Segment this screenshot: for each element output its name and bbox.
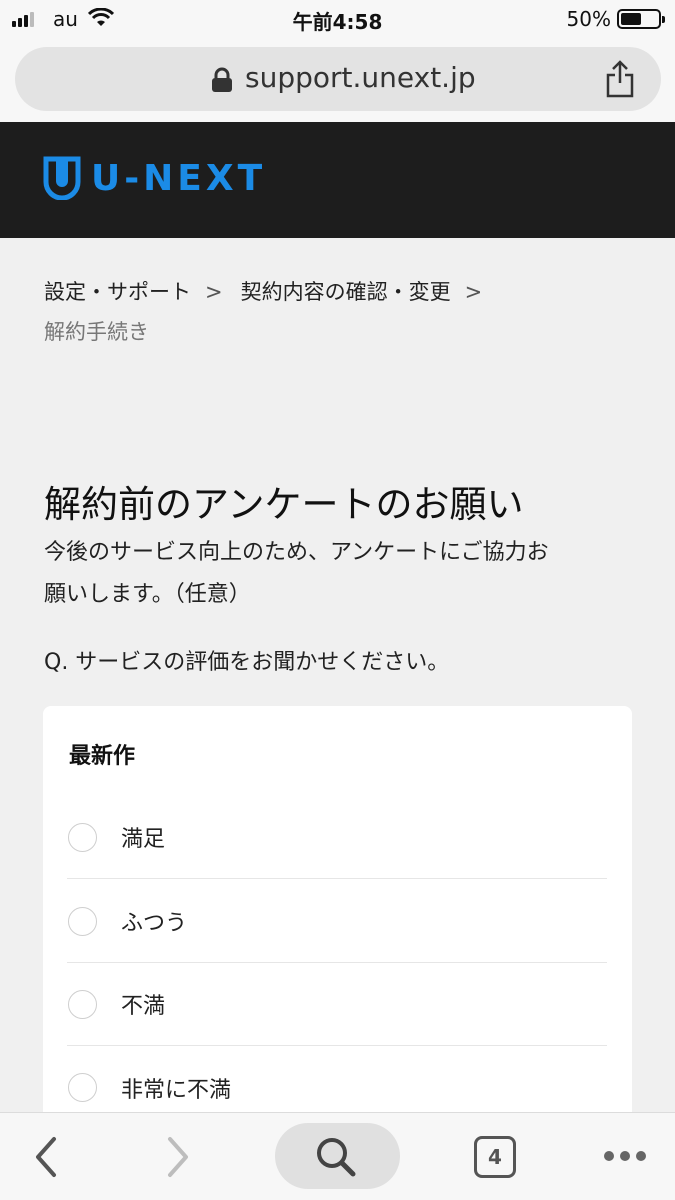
option-label: 非常に不満 [121, 1077, 232, 1103]
shield-icon [43, 156, 81, 200]
address-bar[interactable]: support.unext.jp [15, 47, 661, 111]
survey-question: Q. サービスの評価をお聞かせください。 [44, 650, 450, 675]
url-text[interactable]: support.unext.jp [245, 61, 476, 94]
share-icon[interactable] [603, 59, 637, 99]
option-label: 満足 [121, 827, 166, 852]
radio-button[interactable] [68, 989, 97, 1019]
radio-button[interactable] [68, 1073, 97, 1102]
breadcrumb-contract-details[interactable]: 契約内容の確認・変更 [241, 272, 451, 312]
tabs-button[interactable]: 4 [474, 1136, 516, 1178]
site-header: U-NEXT [0, 122, 675, 238]
radio-button[interactable] [68, 822, 97, 852]
survey-card: 最新作 満足 ふつう 不満 非常に不満 [43, 706, 632, 1126]
option-label: ふつう [121, 911, 188, 936]
lock-icon [212, 67, 232, 92]
radio-button[interactable] [68, 906, 97, 936]
chevron-right-icon: > [205, 280, 223, 304]
option-neutral[interactable]: ふつう [67, 880, 607, 963]
breadcrumb-current: 解約手続き [44, 320, 149, 344]
battery-fill [621, 13, 641, 25]
chevron-right-icon[interactable] [160, 1135, 194, 1179]
browser-chrome: support.unext.jp [0, 40, 675, 122]
description-line: 今後のサービス向上のため、アンケートにご協力お [44, 540, 549, 565]
battery-percent: 50% [566, 7, 611, 31]
status-bar: au 午前4:58 50% [0, 0, 675, 40]
breadcrumb: 設定・サポート > 契約内容の確認・変更 > 解約手続き [44, 272, 644, 352]
option-satisfied[interactable]: 満足 [67, 796, 607, 879]
option-label: 不満 [121, 994, 166, 1019]
more-icon[interactable] [604, 1151, 646, 1161]
chevron-left-icon[interactable] [30, 1135, 64, 1179]
logo-text: U-NEXT [91, 157, 267, 199]
u-next-logo[interactable]: U-NEXT [43, 156, 266, 200]
card-title: 最新作 [69, 744, 136, 769]
search-button[interactable] [275, 1123, 400, 1189]
chevron-right-icon: > [464, 280, 483, 304]
browser-toolbar: 4 [0, 1112, 675, 1200]
battery-icon [617, 9, 665, 29]
breadcrumb-settings-support[interactable]: 設定・サポート [44, 272, 191, 312]
search-icon [317, 1138, 356, 1177]
description-line: 願いします。（任意） [44, 582, 251, 607]
survey-description: 今後のサービス向上のため、アンケートにご協力お 願いします。（任意） [44, 532, 644, 616]
page-title: 解約前のアンケートのお願い [44, 483, 524, 526]
option-dissatisfied[interactable]: 不満 [67, 963, 607, 1046]
